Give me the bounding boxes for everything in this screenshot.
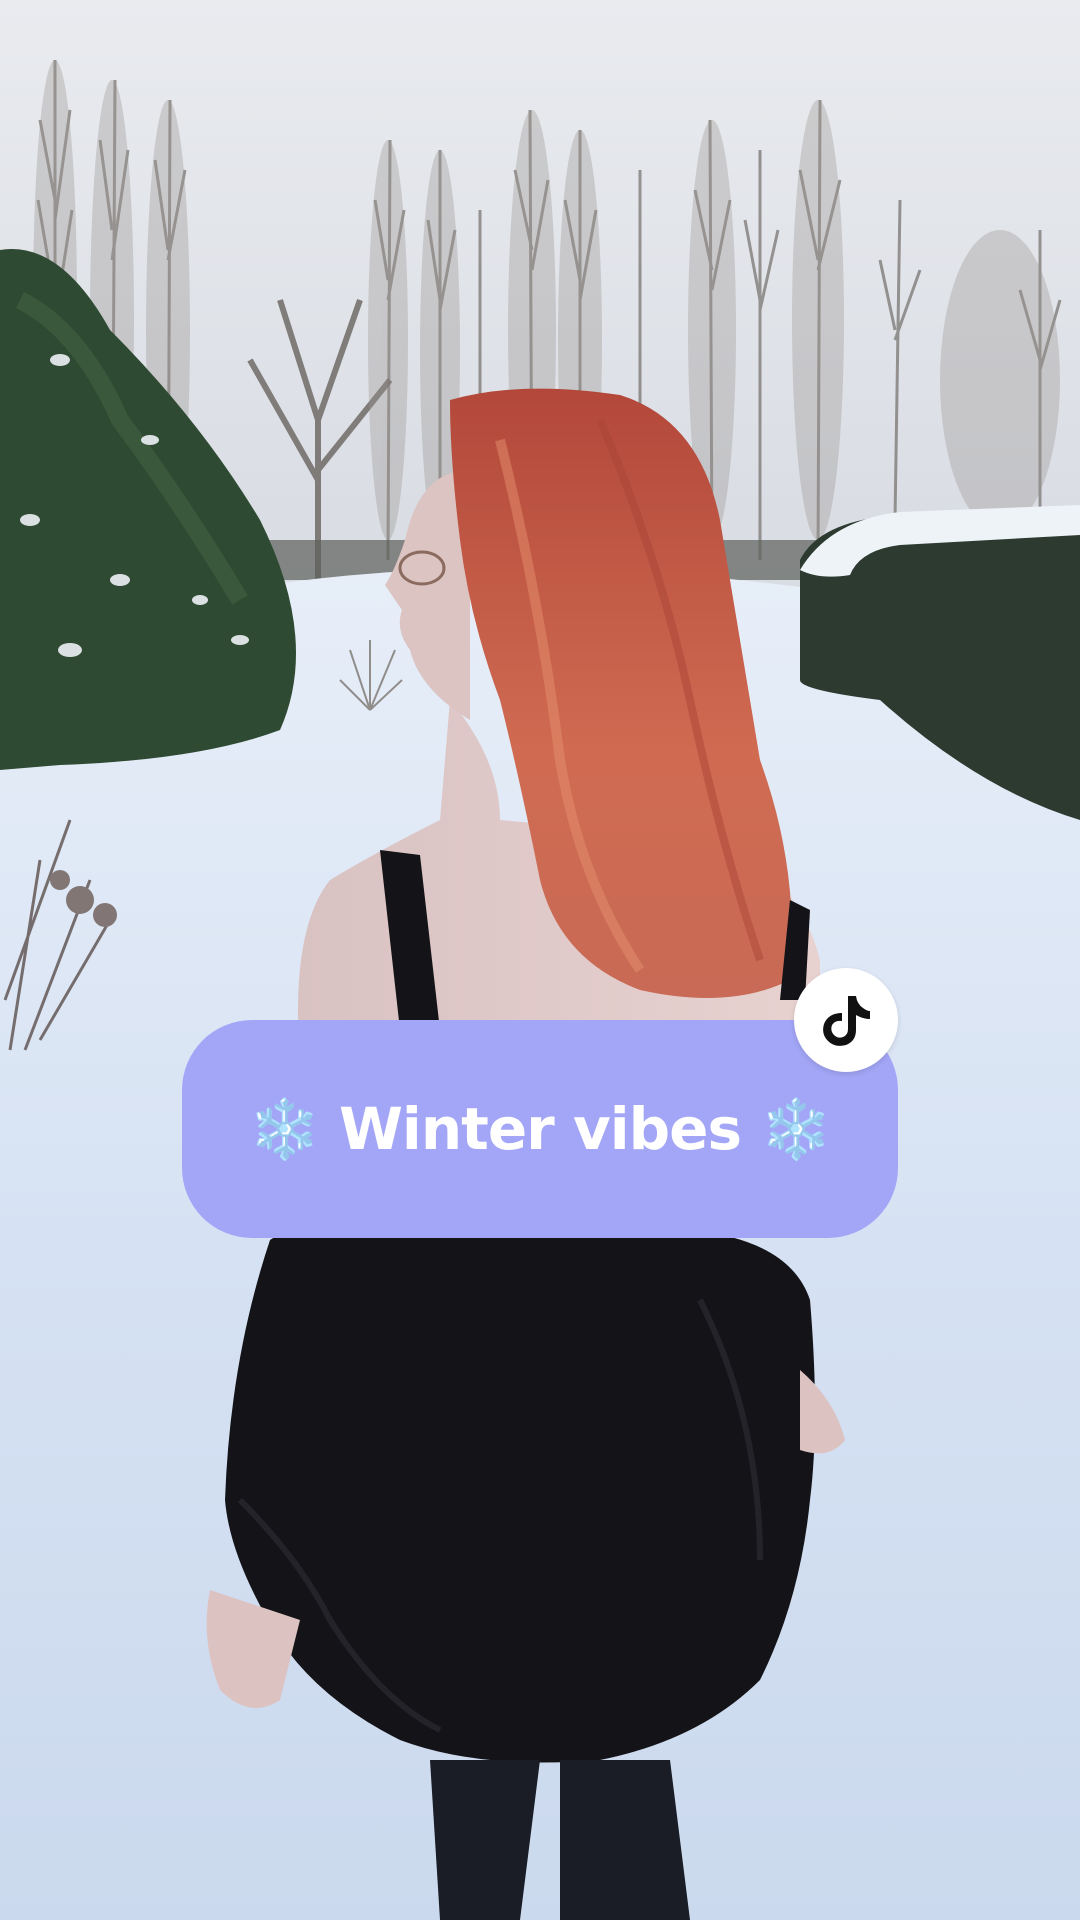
caption-banner: ❄️ Winter vibes ❄️ [182,1020,898,1238]
caption-text: ❄️ Winter vibes ❄️ [248,1094,833,1163]
snowy-garden-photo [0,0,1080,1920]
tiktok-logo-badge [794,968,898,1072]
tiktok-logo-icon [823,996,870,1046]
video-frame: ❄️ Winter vibes ❄️ [0,0,1080,1920]
